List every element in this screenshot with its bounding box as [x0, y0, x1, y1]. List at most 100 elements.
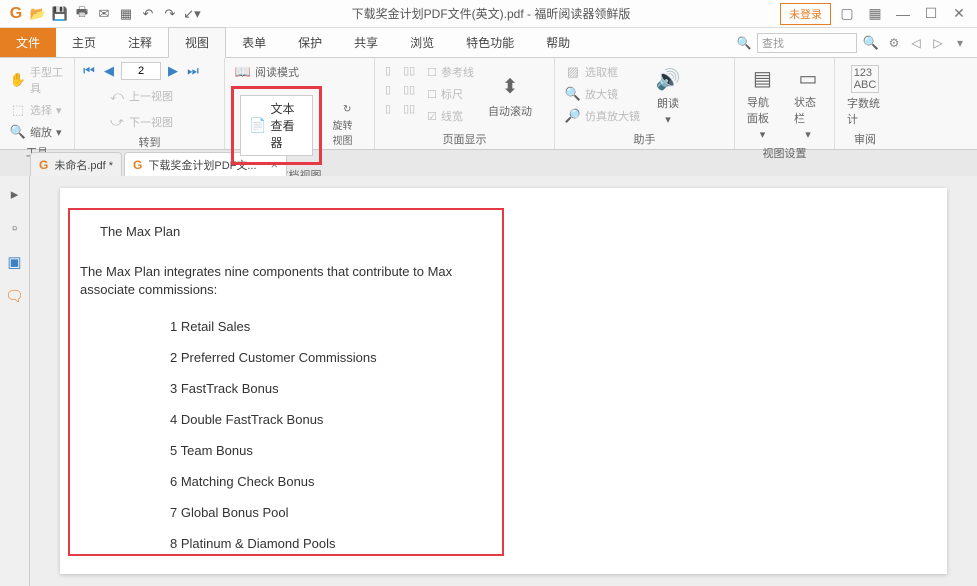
title-bar: G 📂 💾 🖶 ✉ ▦ ↶ ↷ ↙▾ 下载奖金计划PDF文件(英文).pdf -…: [0, 0, 977, 28]
nav-panel-button[interactable]: ▤ 导航面板▾: [741, 62, 784, 143]
document-page: The Max Plan The Max Plan integrates nin…: [60, 188, 947, 574]
tab-help[interactable]: 帮助: [530, 28, 586, 57]
layers-panel-icon[interactable]: ▣: [5, 252, 25, 272]
pdf-icon: G: [133, 158, 142, 172]
layout1-icon[interactable]: ▯: [381, 62, 395, 79]
minimize-icon[interactable]: —: [891, 4, 915, 24]
email-icon[interactable]: ✉: [94, 4, 114, 24]
window-title: 下载奖金计划PDF文件(英文).pdf - 福昕阅读器领鲜版: [202, 5, 780, 22]
ribbon-group-docview: 📖阅读模式 📄 文本查看器 ↻ 旋转视图 文档视图: [225, 58, 375, 149]
document-viewer[interactable]: The Max Plan The Max Plan integrates nin…: [30, 176, 977, 586]
wordcount-icon: 123ABC: [851, 65, 879, 93]
app-logo-icon: G: [6, 4, 26, 24]
ribbon-group-assistant: ▨选取框 🔍放大镜 🔎仿真放大镜 🔊 朗读▾ 助手: [555, 58, 735, 149]
tab-share[interactable]: 共享: [338, 28, 394, 57]
text-viewer-button[interactable]: 📄 文本查看器: [240, 95, 313, 156]
read-aloud-button[interactable]: 🔊 朗读▾: [648, 62, 688, 129]
text-viewer-icon: 📄: [249, 117, 266, 134]
loupe-button[interactable]: 🔎仿真放大镜: [561, 106, 644, 126]
list-item: 7 Global Bonus Pool: [80, 505, 492, 520]
tab-file[interactable]: 文件: [0, 28, 56, 57]
layout6-icon[interactable]: ▯▯: [399, 100, 419, 117]
toggle-icon[interactable]: ▦: [116, 4, 136, 24]
pages-panel-icon[interactable]: ▫: [5, 218, 25, 238]
tab-browse[interactable]: 浏览: [394, 28, 450, 57]
autoscroll-button[interactable]: ⬍ 自动滚动: [482, 62, 538, 129]
tab-form[interactable]: 表单: [226, 28, 282, 57]
layout3-icon[interactable]: ▯: [381, 100, 395, 117]
settings-icon[interactable]: ⚙: [885, 36, 903, 50]
nav-prev-icon[interactable]: ◁: [907, 36, 925, 50]
tab-features[interactable]: 特色功能: [450, 28, 530, 57]
find-icon[interactable]: 🔍: [735, 36, 753, 50]
nav-next-icon[interactable]: ▷: [929, 36, 947, 50]
hand-tool-button[interactable]: ✋手型工具: [6, 62, 68, 98]
wordcount-button[interactable]: 123ABC 字数统计: [841, 62, 889, 129]
tab-protect[interactable]: 保护: [282, 28, 338, 57]
sidebar-expand-icon[interactable]: ▸: [5, 184, 25, 204]
layout4-icon[interactable]: ▯▯: [399, 62, 419, 79]
rotate-view-button[interactable]: ↻ 旋转视图: [326, 102, 368, 149]
zoom-icon: 🔍: [10, 124, 26, 140]
quick-access-toolbar: G 📂 💾 🖶 ✉ ▦ ↶ ↷ ↙▾: [0, 4, 202, 24]
marquee-button[interactable]: ▨选取框: [561, 62, 644, 82]
prev-page-icon[interactable]: ◀: [101, 63, 117, 79]
hand-icon: ✋: [10, 72, 26, 88]
undo-icon[interactable]: ↶: [138, 4, 158, 24]
tab-home[interactable]: 主页: [56, 28, 112, 57]
first-page-icon[interactable]: ⏮: [81, 63, 97, 79]
rotate-icon: ↻: [343, 104, 351, 115]
list-item: 2 Preferred Customer Commissions: [80, 350, 492, 365]
checkbox-icon: ☐: [427, 88, 437, 101]
search-button[interactable]: 🔍: [861, 33, 881, 53]
magnifier-icon: 🔍: [565, 86, 581, 102]
list-item: 5 Team Bonus: [80, 443, 492, 458]
login-status[interactable]: 未登录: [780, 3, 831, 25]
grid-icon[interactable]: ▦: [863, 4, 887, 24]
reference-button[interactable]: ☐参考线: [423, 62, 478, 82]
list-item: 3 FastTrack Bonus: [80, 381, 492, 396]
last-page-icon[interactable]: ⏭: [185, 63, 201, 79]
gridline-button[interactable]: ☑线宽: [423, 106, 478, 126]
maximize-icon[interactable]: ☐: [919, 4, 943, 24]
doc-paragraph: The Max Plan integrates nine components …: [80, 263, 492, 299]
sidebar: ▸ ▫ ▣ 🗨: [0, 176, 30, 586]
magnifier-button[interactable]: 🔍放大镜: [561, 84, 644, 104]
list-item: 6 Matching Check Bonus: [80, 474, 492, 489]
layout2-icon[interactable]: ▯: [381, 81, 395, 98]
loupe-icon: 🔎: [565, 108, 581, 124]
ribbon-group-tools: ✋手型工具 ⬚选择 ▾ 🔍缩放 ▾ 工具: [0, 58, 75, 149]
checkbox-icon: ☐: [427, 66, 437, 79]
tab-view[interactable]: 视图: [168, 27, 226, 58]
page-number-input[interactable]: [121, 62, 161, 80]
chevron-down-icon[interactable]: ▾: [951, 36, 969, 50]
next-view-icon: ⤻: [109, 114, 125, 130]
marquee-icon: ▨: [565, 64, 581, 80]
close-icon[interactable]: ✕: [947, 4, 971, 24]
layout5-icon[interactable]: ▯▯: [399, 81, 419, 98]
skin-icon[interactable]: ▢: [835, 4, 859, 24]
tab-comment[interactable]: 注释: [112, 28, 168, 57]
ribbon-group-review: 123ABC 字数统计 审阅: [835, 58, 895, 149]
ruler-button[interactable]: ☐标尺: [423, 84, 478, 104]
redo-icon[interactable]: ↷: [160, 4, 180, 24]
list-item: 1 Retail Sales: [80, 319, 492, 334]
save-icon[interactable]: 💾: [50, 4, 70, 24]
comments-panel-icon[interactable]: 🗨: [5, 286, 25, 306]
document-tab-1[interactable]: G 未命名.pdf *: [30, 152, 122, 176]
next-page-icon[interactable]: ▶: [165, 63, 181, 79]
select-icon: ⬚: [10, 102, 26, 118]
search-input[interactable]: 查找: [757, 33, 857, 53]
status-bar-button[interactable]: ▭ 状态栏▾: [788, 62, 828, 143]
next-view-button[interactable]: ⤻下一视图: [105, 112, 177, 132]
title-right: 未登录 ▢ ▦ — ☐ ✕: [780, 3, 977, 25]
select-button[interactable]: ⬚选择 ▾: [6, 100, 68, 120]
cursor-dropdown-icon[interactable]: ↙▾: [182, 4, 202, 24]
open-icon[interactable]: 📂: [28, 4, 48, 24]
speaker-icon: 🔊: [654, 65, 682, 93]
zoom-button[interactable]: 🔍缩放 ▾: [6, 122, 68, 142]
read-mode-button[interactable]: 📖阅读模式: [231, 62, 368, 82]
status-bar-icon: ▭: [794, 64, 822, 92]
prev-view-button[interactable]: ⤺上一视图: [105, 86, 177, 106]
print-icon[interactable]: 🖶: [72, 4, 92, 24]
